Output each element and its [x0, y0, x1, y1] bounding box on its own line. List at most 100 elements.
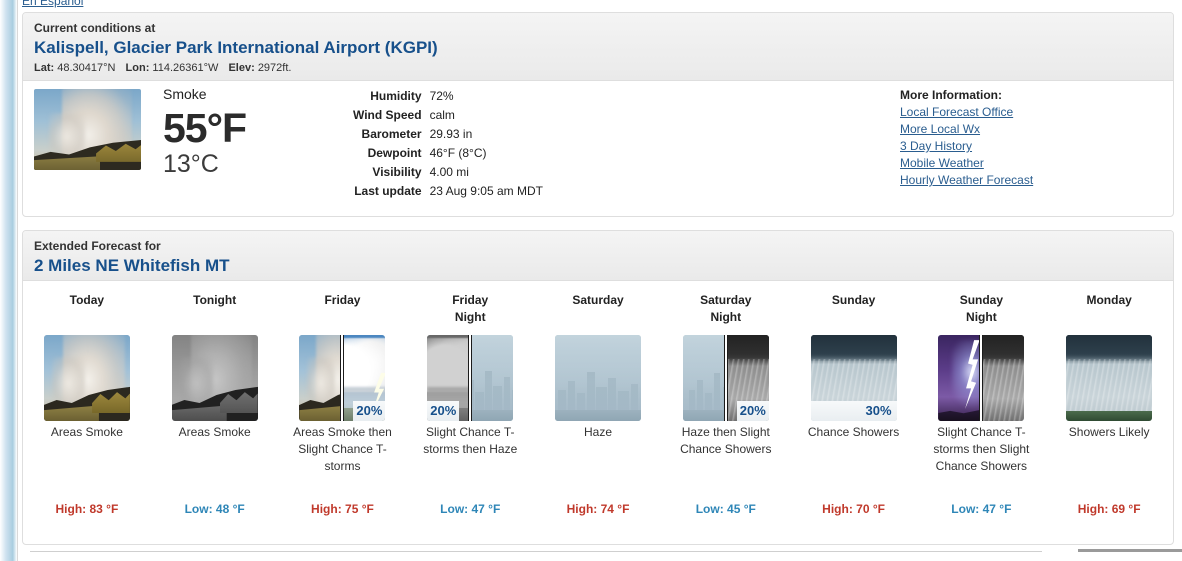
observation-value: 4.00 mi — [429, 165, 469, 179]
extended-forecast-header: Extended Forecast for 2 Miles NE Whitefi… — [23, 231, 1173, 281]
observation-label: Humidity — [370, 89, 422, 103]
current-temperature-celsius: 13°C — [163, 150, 219, 178]
forecast-column-saturday-night: Saturday Night — [662, 282, 790, 329]
lat-value: 48.30417°N — [57, 62, 116, 74]
page-bottom-element — [1078, 549, 1182, 552]
forecast-temps-row: High: 83 °F Low: 48 °F High: 75 °F Low: … — [23, 501, 1173, 518]
forecast-column-today: Today — [23, 282, 151, 329]
forecast-description: Haze — [584, 425, 613, 439]
current-conditions-label: Current conditions at — [34, 21, 156, 35]
more-information-section: More Information: Local Forecast Office … — [900, 86, 1033, 189]
forecast-dayname: Sunday — [831, 293, 876, 307]
current-conditions-body: Smoke 55°F 13°C Humidity 72% Wind Speed ca… — [23, 81, 1173, 217]
forecast-icon-smoke — [43, 335, 130, 421]
forecast-temperature: High: 83 °F — [55, 502, 119, 516]
page-gutter-edge — [17, 0, 18, 561]
forecast-column-sunday: Sunday — [790, 282, 918, 329]
link-more-local-wx[interactable]: More Local Wx — [900, 121, 1033, 138]
en-espanol-link[interactable]: En Español — [22, 0, 83, 8]
observation-value: 29.93 in — [429, 127, 473, 141]
current-conditions-panel: Current conditions at Kalispell, Glacier… — [22, 12, 1174, 217]
forecast-icons-row: 20% 20% 20% 30% — [23, 329, 1173, 421]
link-3-day-history[interactable]: 3 Day History — [900, 138, 1033, 155]
current-conditions-header: Current conditions at Kalispell, Glacier… — [23, 13, 1173, 81]
lon-value: 114.26361°W — [152, 62, 219, 74]
forecast-icon-tstorm-then-haze: 20% — [427, 335, 514, 421]
forecast-daynames-row: Today Tonight Friday Friday Night Saturda… — [23, 282, 1173, 329]
extended-forecast-panel: Extended Forecast for 2 Miles NE Whitefi… — [22, 230, 1174, 545]
forecast-dayname: Today — [69, 293, 105, 307]
observation-value: calm — [429, 108, 455, 122]
forecast-description: Slight Chance T-storms then Haze — [423, 425, 518, 456]
forecast-column-saturday: Saturday — [534, 282, 662, 329]
observation-label: Barometer — [361, 127, 422, 141]
page-gutter — [0, 0, 17, 561]
link-hourly-weather-forecast[interactable]: Hourly Weather Forecast — [900, 172, 1033, 189]
observation-value: 23 Aug 9:05 am MDT — [429, 184, 543, 198]
current-condition-icon — [34, 89, 141, 170]
more-information-title: More Information: — [900, 88, 1002, 102]
observation-value: 46°F (8°C) — [429, 146, 487, 160]
observation-label: Last update — [354, 184, 422, 198]
forecast-temperature: Low: 47 °F — [951, 502, 1012, 516]
forecast-temperature: High: 69 °F — [1077, 502, 1141, 516]
current-weather-summary: Smoke 55°F 13°C — [163, 85, 353, 179]
station-name: Kalispell, Glacier Park International Ai… — [34, 38, 438, 57]
lat-label: Lat: — [34, 62, 55, 74]
forecast-description: Chance Showers — [807, 425, 900, 439]
forecast-description: Areas Smoke — [178, 425, 251, 439]
forecast-icon-showers-likely — [1066, 335, 1153, 421]
forecast-pop-badge: 20% — [736, 401, 769, 421]
observation-label: Visibility — [372, 165, 422, 179]
observation-row: Visibility 4.00 mi — [353, 163, 543, 182]
forecast-temperature: High: 70 °F — [822, 502, 885, 516]
forecast-description: Showers Likely — [1068, 425, 1150, 439]
lon-label: Lon: — [125, 62, 150, 74]
extended-forecast-label: Extended Forecast for — [34, 239, 161, 253]
elev-label: Elev: — [228, 62, 255, 74]
current-observations-table: Humidity 72% Wind Speed calm Barometer 29.9… — [353, 87, 543, 201]
forecast-dayname: Sunday Night — [959, 293, 1004, 324]
station-coordinates: Lat: 48.30417°N Lon: 114.26361°W Elev: 2… — [34, 61, 1162, 75]
forecast-pop-badge: 20% — [353, 401, 386, 421]
observation-row: Humidity 72% — [353, 87, 543, 106]
forecast-dayname: Tonight — [193, 293, 237, 307]
forecast-column-tonight: Tonight — [151, 282, 279, 329]
current-condition-text: Smoke — [163, 86, 207, 102]
observation-row: Dewpoint 46°F (8°C) — [353, 144, 543, 163]
forecast-temperature: High: 74 °F — [566, 502, 630, 516]
elev-value: 2972ft. — [257, 62, 292, 74]
observation-row: Wind Speed calm — [353, 106, 543, 125]
forecast-pop-badge: 20% — [427, 401, 460, 421]
forecast-dayname: Friday — [324, 293, 361, 307]
forecast-column-friday: Friday — [279, 282, 407, 329]
link-local-forecast-office[interactable]: Local Forecast Office — [900, 104, 1033, 121]
page-divider — [30, 551, 1042, 552]
observation-label: Dewpoint — [367, 146, 422, 160]
observations-body: Humidity 72% Wind Speed calm Barometer 29.9… — [353, 87, 543, 201]
forecast-description: Areas Smoke then Slight Chance T-storms — [293, 425, 392, 473]
forecast-icon-haze-then-showers: 20% — [682, 335, 769, 421]
observation-label: Wind Speed — [353, 108, 422, 122]
forecast-description: Slight Chance T-storms then Slight Chanc… — [933, 425, 1030, 473]
weather-page: En Español Current conditions at Kalispe… — [0, 0, 1182, 561]
forecast-temperature: Low: 45 °F — [695, 502, 756, 516]
current-temperature-fahrenheit: 55°F — [163, 105, 247, 151]
observation-row: Last update 23 Aug 9:05 am MDT — [353, 182, 543, 201]
forecast-descriptions-row: Areas Smoke Areas Smoke Areas Smoke then… — [23, 421, 1173, 501]
forecast-description: Haze then Slight Chance Showers — [680, 425, 772, 456]
forecast-dayname: Saturday Night — [700, 293, 752, 324]
forecast-dayname: Monday — [1086, 293, 1132, 307]
forecast-temperature: High: 75 °F — [311, 502, 374, 516]
link-mobile-weather[interactable]: Mobile Weather — [900, 155, 1033, 172]
forecast-icon-smoke-night — [171, 335, 258, 421]
forecast-column-monday: Monday — [1045, 282, 1173, 329]
forecast-icon-showers: 30% — [810, 335, 897, 421]
forecast-pop-badge: 30% — [810, 401, 897, 421]
forecast-dayname: Saturday — [572, 293, 624, 307]
forecast-temperature: Low: 48 °F — [184, 502, 245, 516]
forecast-dayname: Friday Night — [452, 293, 489, 324]
forecast-column-sunday-night: Sunday Night — [917, 282, 1045, 329]
forecast-description: Areas Smoke — [50, 425, 123, 439]
forecast-location: 2 Miles NE Whitefish MT — [34, 256, 230, 275]
